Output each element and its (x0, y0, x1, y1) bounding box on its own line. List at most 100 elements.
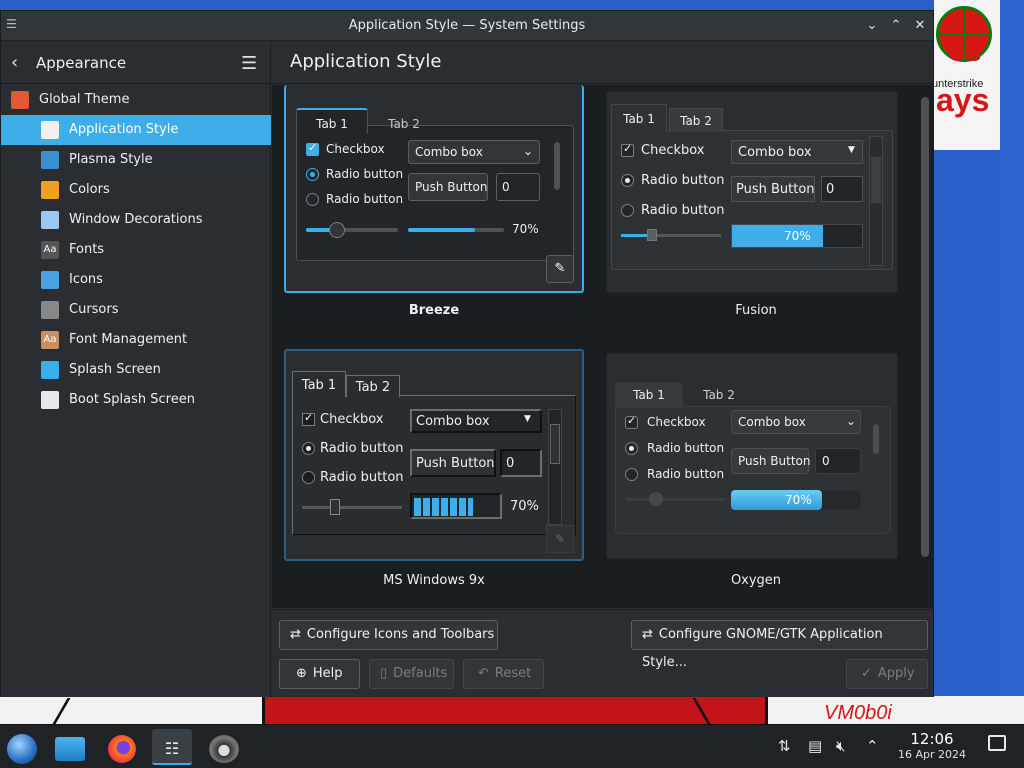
hamburger-icon: ☰ (241, 53, 258, 74)
style-card-breeze[interactable]: Tab 1 Tab 2 ✓ Checkbox Radio button Radi… (284, 85, 584, 318)
windows9x-progress-text: 70% (510, 499, 539, 514)
hamburger-menu-button[interactable]: ☰ (241, 53, 257, 74)
clock-time: 12:06 (910, 730, 954, 748)
sidebar-item-fonts[interactable]: Aa Fonts (1, 235, 271, 265)
minimize-button[interactable]: ⌄ (863, 17, 881, 35)
sidebar-item-plasma-style[interactable]: Plasma Style (1, 145, 271, 175)
icons-icon (41, 271, 59, 289)
fusion-progress-track: 70% (731, 224, 863, 248)
style-card-oxygen[interactable]: Tab 1 Tab 2 ✓ Checkbox Radio button Radi… (606, 347, 906, 588)
fusion-radio-1-label: Radio button (641, 173, 725, 188)
fusion-checkbox-label: Checkbox (641, 143, 705, 158)
cursors-icon (41, 301, 59, 319)
oxygen-scrollbar-thumb (873, 424, 879, 454)
configure-icons-toolbars-button[interactable]: ⇄ Configure Icons and Toolbars (279, 620, 498, 650)
triangle-down-icon: ▼ (848, 145, 855, 155)
taskbar-firefox[interactable] (102, 729, 142, 765)
configure-icon: ⇄ (290, 627, 301, 642)
tray-expand-icon[interactable]: ⌃ (866, 737, 879, 755)
sidebar-item-splash-screen[interactable]: Splash Screen (1, 355, 271, 385)
bottom-button-bar: ⇄ Configure Icons and Toolbars ⇄ Configure… (272, 609, 933, 697)
defaults-button[interactable]: ▯ Defaults (369, 659, 454, 689)
windows9x-spinbox: 0 (500, 449, 542, 477)
close-button[interactable]: ✕ (911, 17, 929, 35)
help-button[interactable]: ⊕ Help (279, 659, 360, 689)
breeze-radio-unchecked (306, 193, 319, 206)
fusion-scrollbar (869, 136, 883, 266)
clipboard-icon[interactable]: ▤ (808, 737, 822, 755)
windows9x-push-label: Push Button (416, 456, 495, 471)
windows9x-radio-2-label: Radio button (320, 470, 404, 485)
taskbar-file-manager[interactable] (50, 729, 90, 765)
breeze-configure-button[interactable]: ✎ (546, 255, 574, 283)
fusion-combo: Combo box ▼ (731, 140, 863, 164)
sidebar-item-font-management[interactable]: Aa Font Management (1, 325, 271, 355)
network-icon[interactable]: ⇅ (778, 737, 791, 755)
taskbar-app-raccoon[interactable] (204, 729, 244, 765)
oxygen-spin-value: 0 (822, 454, 830, 468)
oxygen-progress-text: 70% (785, 493, 812, 507)
digital-clock[interactable]: 12:06 16 Apr 2024 (896, 730, 968, 761)
sidebar-item-label: Splash Screen (69, 362, 161, 377)
sidebar-item-colors[interactable]: Colors (1, 175, 271, 205)
style-name-oxygen: Oxygen (730, 573, 782, 588)
style-card-windows9x[interactable]: Tab 1 Tab 2 ✓ Checkbox Radio button Radi… (284, 347, 584, 588)
main-panel: Application Style Tab 1 Tab 2 ✓ Checkbox… (272, 42, 933, 697)
sidebar-item-icons[interactable]: Icons (1, 265, 271, 295)
settings-sliders-icon: ☷ (164, 739, 180, 758)
start-menu-button[interactable] (2, 729, 42, 765)
sidebar-item-cursors[interactable]: Cursors (1, 295, 271, 325)
main-header: Application Style (272, 42, 933, 84)
taskbar-system-settings[interactable]: ☷ (152, 729, 192, 765)
reset-button[interactable]: ↶ Reset (463, 659, 544, 689)
maximize-button[interactable]: ⌃ (887, 17, 905, 35)
undo-icon: ↶ (478, 666, 489, 681)
windows9x-configure-button[interactable]: ✎ (546, 525, 574, 553)
wallpaper-vm-text: VM0b0i (824, 702, 892, 724)
sidebar-item-global-theme[interactable]: Global Theme (1, 85, 271, 115)
breeze-progress-fill (408, 228, 475, 232)
splash-screen-icon (41, 361, 59, 379)
style-card-fusion[interactable]: Tab 1 Tab 2 ✓ Checkbox Radio button Radi… (606, 85, 906, 318)
breeze-push-button: Push Button (408, 173, 488, 201)
apply-button[interactable]: ✓ Apply (846, 659, 928, 689)
style-grid: Tab 1 Tab 2 ✓ Checkbox Radio button Radi… (272, 85, 933, 608)
windows9x-preview-frame: Tab 1 Tab 2 ✓ Checkbox Radio button Radi… (284, 349, 584, 561)
oxygen-checkbox-label: Checkbox (647, 415, 706, 429)
configure-gtk-button[interactable]: ⇄ Configure GNOME/GTK Application Style..… (631, 620, 928, 670)
pencil-icon: ✎ (554, 261, 566, 276)
breeze-checkbox: ✓ (306, 141, 319, 156)
content-scrollbar-thumb[interactable] (921, 97, 929, 557)
windows9x-spin-value: 0 (506, 456, 515, 471)
fusion-combo-label: Combo box (738, 145, 812, 160)
oxygen-tab-2-label: Tab 2 (703, 388, 735, 402)
configure-icon: ⇄ (642, 627, 653, 642)
fusion-radio-checked (621, 174, 634, 187)
reset-label: Reset (494, 666, 532, 681)
sidebar-item-label: Global Theme (39, 92, 130, 107)
breeze-combo: Combo box ⌄ (408, 140, 540, 164)
windows9x-scrollbar (548, 409, 562, 525)
sidebar-item-boot-splash-screen[interactable]: Boot Splash Screen (1, 385, 271, 415)
configure-icons-label: Configure Icons and Toolbars (306, 627, 495, 642)
boot-splash-screen-icon (41, 391, 59, 409)
pencil-icon: ✎ (554, 532, 566, 546)
breeze-radio-checked (306, 168, 319, 181)
title-bar[interactable]: ☰ Application Style — System Settings ⌄ … (1, 11, 933, 41)
windows-orb-icon (7, 733, 37, 764)
application-style-icon (41, 121, 59, 139)
sidebar: ‹ Appearance ☰ Global Theme Application S… (1, 42, 271, 697)
back-button[interactable]: ‹ (11, 52, 18, 73)
checkmark-icon: ✓ (861, 666, 872, 681)
show-desktop-button[interactable] (988, 735, 1006, 751)
wallpaper-right-strip (1000, 0, 1024, 724)
font-management-icon: Aa (41, 331, 59, 349)
oxygen-radio-unchecked (625, 468, 638, 481)
volume-muted-icon[interactable]: 🔇︎ (836, 737, 845, 755)
sidebar-item-application-style[interactable]: Application Style (1, 115, 271, 145)
window-title: Application Style — System Settings (348, 18, 586, 33)
content-scrollbar[interactable] (919, 89, 931, 564)
sidebar-item-window-decorations[interactable]: Window Decorations (1, 205, 271, 235)
defaults-label: Defaults (393, 666, 448, 681)
sidebar-item-label: Icons (69, 272, 103, 287)
